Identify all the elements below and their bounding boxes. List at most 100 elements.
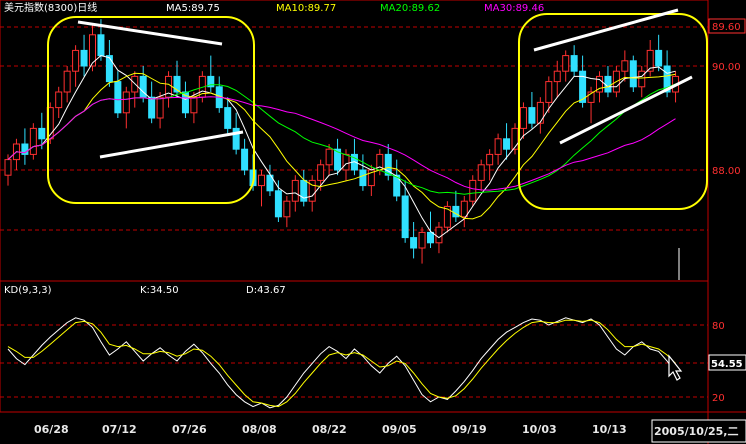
date-label: 09/05 xyxy=(382,423,417,436)
candle xyxy=(80,34,88,77)
candle-body xyxy=(97,34,105,57)
candle-body xyxy=(503,138,511,150)
ma10-label: MA10:89.77 xyxy=(276,3,336,14)
candle xyxy=(410,222,418,259)
candle-body xyxy=(401,195,409,239)
candle-body xyxy=(604,75,612,93)
candle-body xyxy=(494,138,502,155)
candle-body xyxy=(545,81,553,103)
kd-axis-label: 80 xyxy=(712,321,725,332)
candle-body xyxy=(72,49,80,72)
candle xyxy=(418,227,426,264)
candle-body xyxy=(317,164,325,181)
candle xyxy=(207,55,215,92)
kd-axis-label: 20 xyxy=(712,393,725,404)
candle xyxy=(596,71,603,103)
trendline-lower-left xyxy=(99,130,244,159)
candle-body xyxy=(469,179,477,202)
price-axis-label: 88.00 xyxy=(712,166,741,177)
candle xyxy=(105,40,113,87)
candle-body xyxy=(427,231,434,244)
candle-body xyxy=(38,127,46,140)
candle-body xyxy=(55,91,63,109)
candle xyxy=(545,76,553,113)
ma5-line xyxy=(7,55,676,239)
candle xyxy=(215,76,223,113)
candle xyxy=(148,81,156,124)
candle xyxy=(274,180,282,222)
moving-averages-layer xyxy=(7,55,676,239)
candle xyxy=(12,138,20,170)
candle xyxy=(55,86,63,118)
ma30-label: MA30:89.46 xyxy=(484,3,544,14)
candle xyxy=(29,123,37,160)
candle-body xyxy=(629,60,637,88)
candle xyxy=(655,34,663,72)
chart-title: 美元指数(8300)日线 xyxy=(4,1,97,14)
candle xyxy=(300,170,308,207)
date-label: 08/08 xyxy=(242,423,277,436)
candle-body xyxy=(359,169,367,187)
candle-body xyxy=(638,70,646,88)
candle xyxy=(604,66,612,98)
candle xyxy=(63,66,71,103)
ma30-line xyxy=(7,96,676,191)
candle-body xyxy=(519,107,527,129)
candle xyxy=(536,97,544,134)
candle xyxy=(266,164,274,196)
candle-body xyxy=(460,200,468,218)
candle xyxy=(89,24,96,72)
candle xyxy=(452,190,460,222)
mouse-pointer-icon xyxy=(668,354,683,381)
candle xyxy=(469,175,477,207)
candle xyxy=(359,154,367,191)
candle-body xyxy=(291,179,299,202)
date-label: 10/13 xyxy=(592,423,627,436)
candle-body xyxy=(63,70,71,93)
candle xyxy=(393,159,401,202)
candle xyxy=(570,45,578,77)
candle xyxy=(21,128,29,165)
candle-body xyxy=(283,200,291,218)
candle-body xyxy=(114,81,122,114)
candle-body xyxy=(418,231,426,249)
candle xyxy=(528,92,536,129)
kd-axis-label: 54.55 xyxy=(711,359,743,370)
candle xyxy=(646,40,654,77)
candle xyxy=(486,149,494,181)
ma10-line xyxy=(7,72,676,220)
candle xyxy=(165,71,173,108)
candle-body xyxy=(536,101,544,124)
date-label: 09/19 xyxy=(452,423,487,436)
candle xyxy=(629,55,637,92)
candle-body xyxy=(4,159,12,176)
candle-body xyxy=(105,55,113,83)
candle-body xyxy=(224,107,232,129)
candle-body xyxy=(570,55,578,72)
candle xyxy=(72,45,80,87)
candle xyxy=(494,133,502,165)
candle-body xyxy=(29,127,37,155)
candle-body xyxy=(325,148,333,166)
candle xyxy=(283,196,291,228)
kd-panel-frame xyxy=(0,280,709,413)
date-label: 06/28 xyxy=(34,423,69,436)
candle-body xyxy=(562,55,570,72)
candle-body xyxy=(511,127,519,150)
ma5-label: MA5:89.75 xyxy=(166,3,220,14)
date-label: 08/22 xyxy=(312,423,347,436)
candle-body xyxy=(156,96,164,119)
candle-body xyxy=(621,60,629,72)
candle xyxy=(519,102,527,139)
candles-layer xyxy=(4,19,680,264)
candle xyxy=(443,201,451,233)
candle-body xyxy=(122,91,130,114)
candle-body xyxy=(410,237,418,249)
candle-body xyxy=(190,96,198,114)
date-label: 07/12 xyxy=(102,423,137,436)
date-label: 10/03 xyxy=(522,423,557,436)
candle xyxy=(122,86,130,129)
trendline-upper-right xyxy=(533,8,679,52)
candle-body xyxy=(655,49,663,67)
candle-body xyxy=(258,174,265,187)
